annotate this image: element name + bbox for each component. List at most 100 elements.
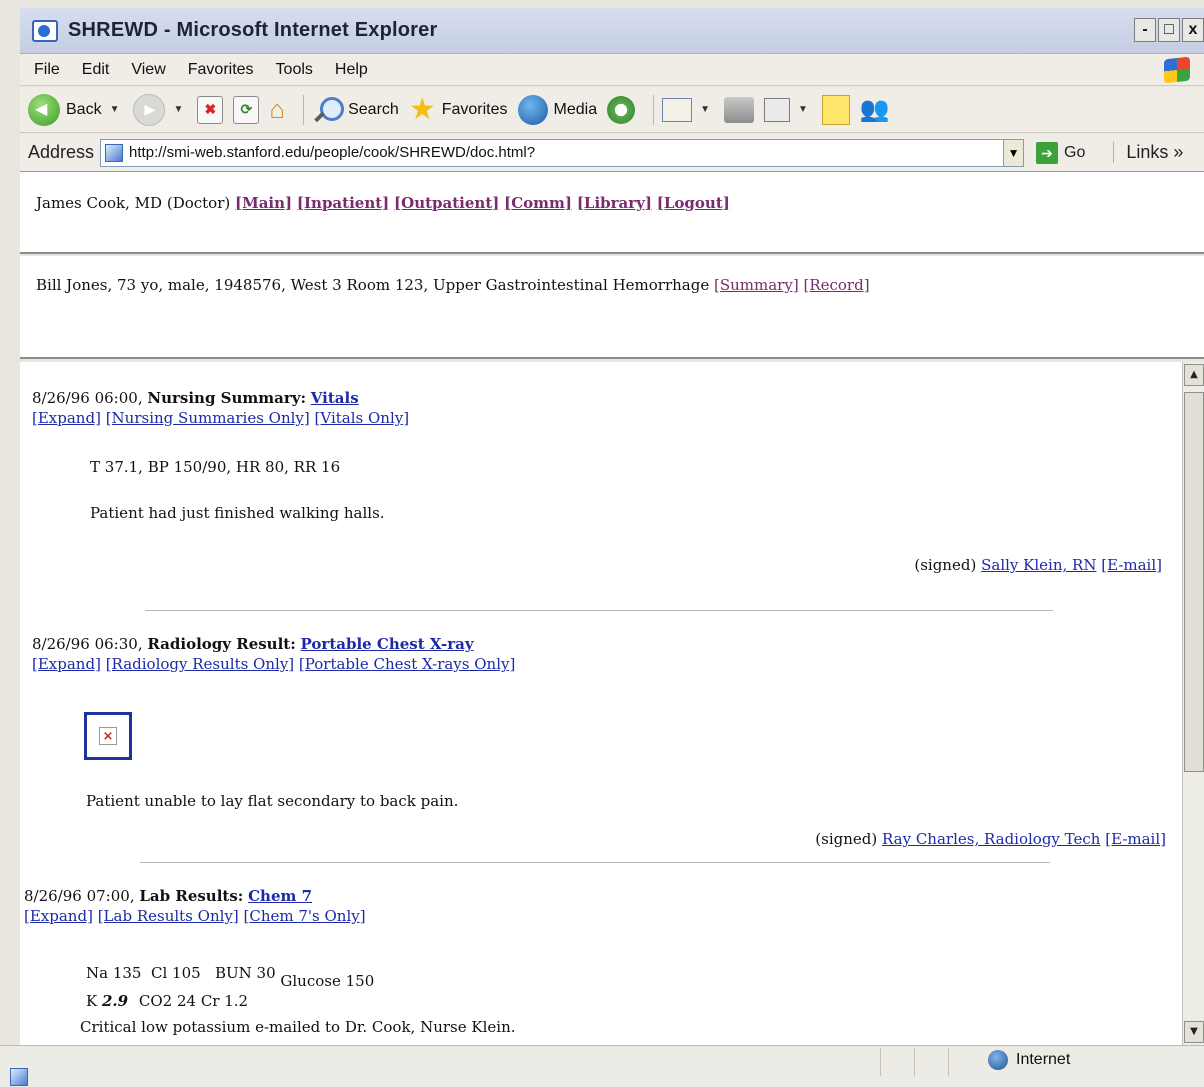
search-label: Search — [348, 100, 399, 118]
xray-image-link[interactable]: × — [84, 712, 132, 760]
menu-help[interactable]: Help — [335, 61, 368, 79]
internet-globe-icon — [988, 1050, 1008, 1070]
chem7s-only-link[interactable]: [Chem 7's Only] — [244, 907, 366, 925]
status-bar: Internet — [0, 1045, 1204, 1087]
patient-info: Bill Jones, 73 yo, male, 1948576, West 3… — [36, 276, 710, 294]
links-button[interactable]: Links » — [1113, 142, 1183, 163]
favorites-star-icon: ★ — [408, 92, 436, 126]
menu-edit[interactable]: Edit — [82, 61, 110, 79]
entry-item-link[interactable]: Portable Chest X-ray — [301, 635, 474, 653]
entry-item-link[interactable]: Chem 7 — [248, 887, 312, 905]
signed-label: (signed) — [815, 830, 878, 848]
user-nav-line: James Cook, MD (Doctor) [Main] [Inpatien… — [36, 194, 730, 212]
toolbar-separator — [653, 94, 655, 125]
signer-link[interactable]: Ray Charles, Radiology Tech — [882, 830, 1100, 848]
vitals-only-link[interactable]: [Vitals Only] — [315, 409, 410, 427]
vitals-text: T 37.1, BP 150/90, HR 80, RR 16 — [90, 458, 341, 476]
lab-values-text: CO2 24 Cr 1.2 — [138, 992, 249, 1010]
expand-link[interactable]: [Expand] — [24, 907, 93, 925]
entry-filter-links: [Expand] [Lab Results Only] [Chem 7's On… — [24, 906, 1154, 926]
radiology-results-only-link[interactable]: [Radiology Results Only] — [106, 655, 294, 673]
broken-image-icon: × — [99, 727, 117, 745]
media-label: Media — [553, 100, 598, 118]
search-icon — [312, 95, 345, 125]
mail-button[interactable]: ▼ — [662, 97, 714, 122]
lab-critical-note: Critical low potassium e-mailed to Dr. C… — [80, 1018, 516, 1036]
refresh-button[interactable]: ⟳ — [233, 95, 260, 124]
forward-dropdown-icon[interactable]: ▼ — [173, 104, 183, 115]
address-label: Address — [28, 142, 95, 162]
nursing-note-text: Patient had just finished walking halls. — [90, 504, 385, 522]
signer-link[interactable]: Sally Klein, RN — [981, 556, 1096, 574]
page-icon — [105, 143, 124, 162]
status-pane — [880, 1048, 914, 1076]
email-link[interactable]: [E-mail] — [1101, 556, 1162, 574]
nav-library-link[interactable]: [Library] — [577, 194, 652, 212]
address-url: http://smi-web.stanford.edu/people/cook/… — [129, 144, 536, 161]
address-input[interactable]: http://smi-web.stanford.edu/people/cook/… — [100, 138, 1025, 167]
entry-header: 8/26/96 06:30, Radiology Result: Portabl… — [32, 634, 1162, 654]
email-link[interactable]: [E-mail] — [1105, 830, 1166, 848]
nav-inpatient-link[interactable]: [Inpatient] — [297, 194, 389, 212]
minimize-button[interactable]: - — [1134, 18, 1156, 42]
entry-item-link[interactable]: Vitals — [311, 389, 359, 407]
edit-dropdown-icon[interactable]: ▼ — [798, 104, 808, 115]
close-button[interactable]: x — [1182, 18, 1204, 42]
document-frame: 8/26/96 06:00, Nursing Summary: Vitals [… — [20, 362, 1204, 1045]
entry-filter-links: [Expand] [Nursing Summaries Only] [Vital… — [32, 408, 1162, 428]
discuss-button[interactable] — [821, 94, 850, 125]
security-zone: Internet — [988, 1050, 1070, 1070]
menu-favorites[interactable]: Favorites — [188, 61, 254, 79]
nav-comm-link[interactable]: [Comm] — [504, 194, 572, 212]
back-dropdown-icon[interactable]: ▼ — [110, 104, 120, 115]
messenger-button[interactable]: 👥 — [860, 95, 890, 124]
edit-page-icon — [764, 97, 790, 122]
menu-file[interactable]: File — [34, 61, 60, 79]
status-page-icon — [10, 1068, 28, 1086]
user-nav-frame: James Cook, MD (Doctor) [Main] [Inpatien… — [20, 172, 1204, 254]
entry-divider — [140, 862, 1050, 863]
nav-main-link[interactable]: [Main] — [235, 194, 292, 212]
maximize-button[interactable]: □ — [1158, 18, 1180, 42]
radiology-note-text: Patient unable to lay flat secondary to … — [86, 792, 459, 810]
expand-link[interactable]: [Expand] — [32, 409, 101, 427]
go-button[interactable]: ➔ Go — [1036, 141, 1085, 164]
media-button[interactable]: Media — [517, 94, 598, 125]
scroll-down-icon[interactable]: ▼ — [1184, 1021, 1204, 1043]
expand-link[interactable]: [Expand] — [32, 655, 101, 673]
back-label: Back — [66, 100, 102, 118]
forward-button[interactable]: ▼ — [133, 93, 187, 126]
entry-datetime: 8/26/96 06:30, — [32, 635, 143, 653]
address-dropdown-icon[interactable]: ▼ — [1003, 139, 1024, 166]
lab-results-only-link[interactable]: [Lab Results Only] — [98, 907, 239, 925]
forward-arrow-icon — [133, 93, 166, 126]
edit-button[interactable]: ▼ — [764, 97, 812, 122]
entry-datetime: 8/26/96 06:00, — [32, 389, 143, 407]
home-button[interactable]: ⌂ — [269, 94, 285, 125]
address-bar: Address http://smi-web.stanford.edu/peop… — [20, 134, 1204, 172]
favorites-button[interactable]: ★ Favorites — [408, 92, 508, 126]
printer-icon — [724, 96, 754, 123]
search-button[interactable]: Search — [312, 95, 399, 125]
patient-info-line: Bill Jones, 73 yo, male, 1948576, West 3… — [36, 276, 870, 294]
scrollbar-thumb[interactable] — [1184, 392, 1204, 772]
menu-tools[interactable]: Tools — [276, 61, 313, 79]
stop-button[interactable]: ✖ — [197, 95, 224, 124]
nav-outpatient-link[interactable]: [Outpatient] — [394, 194, 499, 212]
patient-record-link[interactable]: [Record] — [803, 276, 869, 294]
status-pane — [948, 1048, 978, 1076]
portable-chest-xrays-only-link[interactable]: [Portable Chest X-rays Only] — [299, 655, 515, 673]
messenger-people-icon: 👥 — [859, 96, 890, 123]
scroll-up-icon[interactable]: ▲ — [1184, 364, 1204, 386]
lab-values-row1: Na 135 Cl 105 BUN 30 Glucose 150 — [86, 964, 1204, 990]
potassium-label: K — [86, 992, 98, 1010]
back-button[interactable]: Back ▼ — [28, 93, 123, 126]
nav-logout-link[interactable]: [Logout] — [657, 194, 730, 212]
mail-dropdown-icon[interactable]: ▼ — [700, 104, 710, 115]
vertical-scrollbar[interactable]: ▲ ▼ — [1182, 362, 1204, 1045]
patient-summary-link[interactable]: [Summary] — [714, 276, 799, 294]
nursing-summaries-only-link[interactable]: [Nursing Summaries Only] — [106, 409, 310, 427]
menu-view[interactable]: View — [131, 61, 165, 79]
history-button[interactable] — [607, 95, 636, 124]
print-button[interactable] — [724, 96, 754, 123]
